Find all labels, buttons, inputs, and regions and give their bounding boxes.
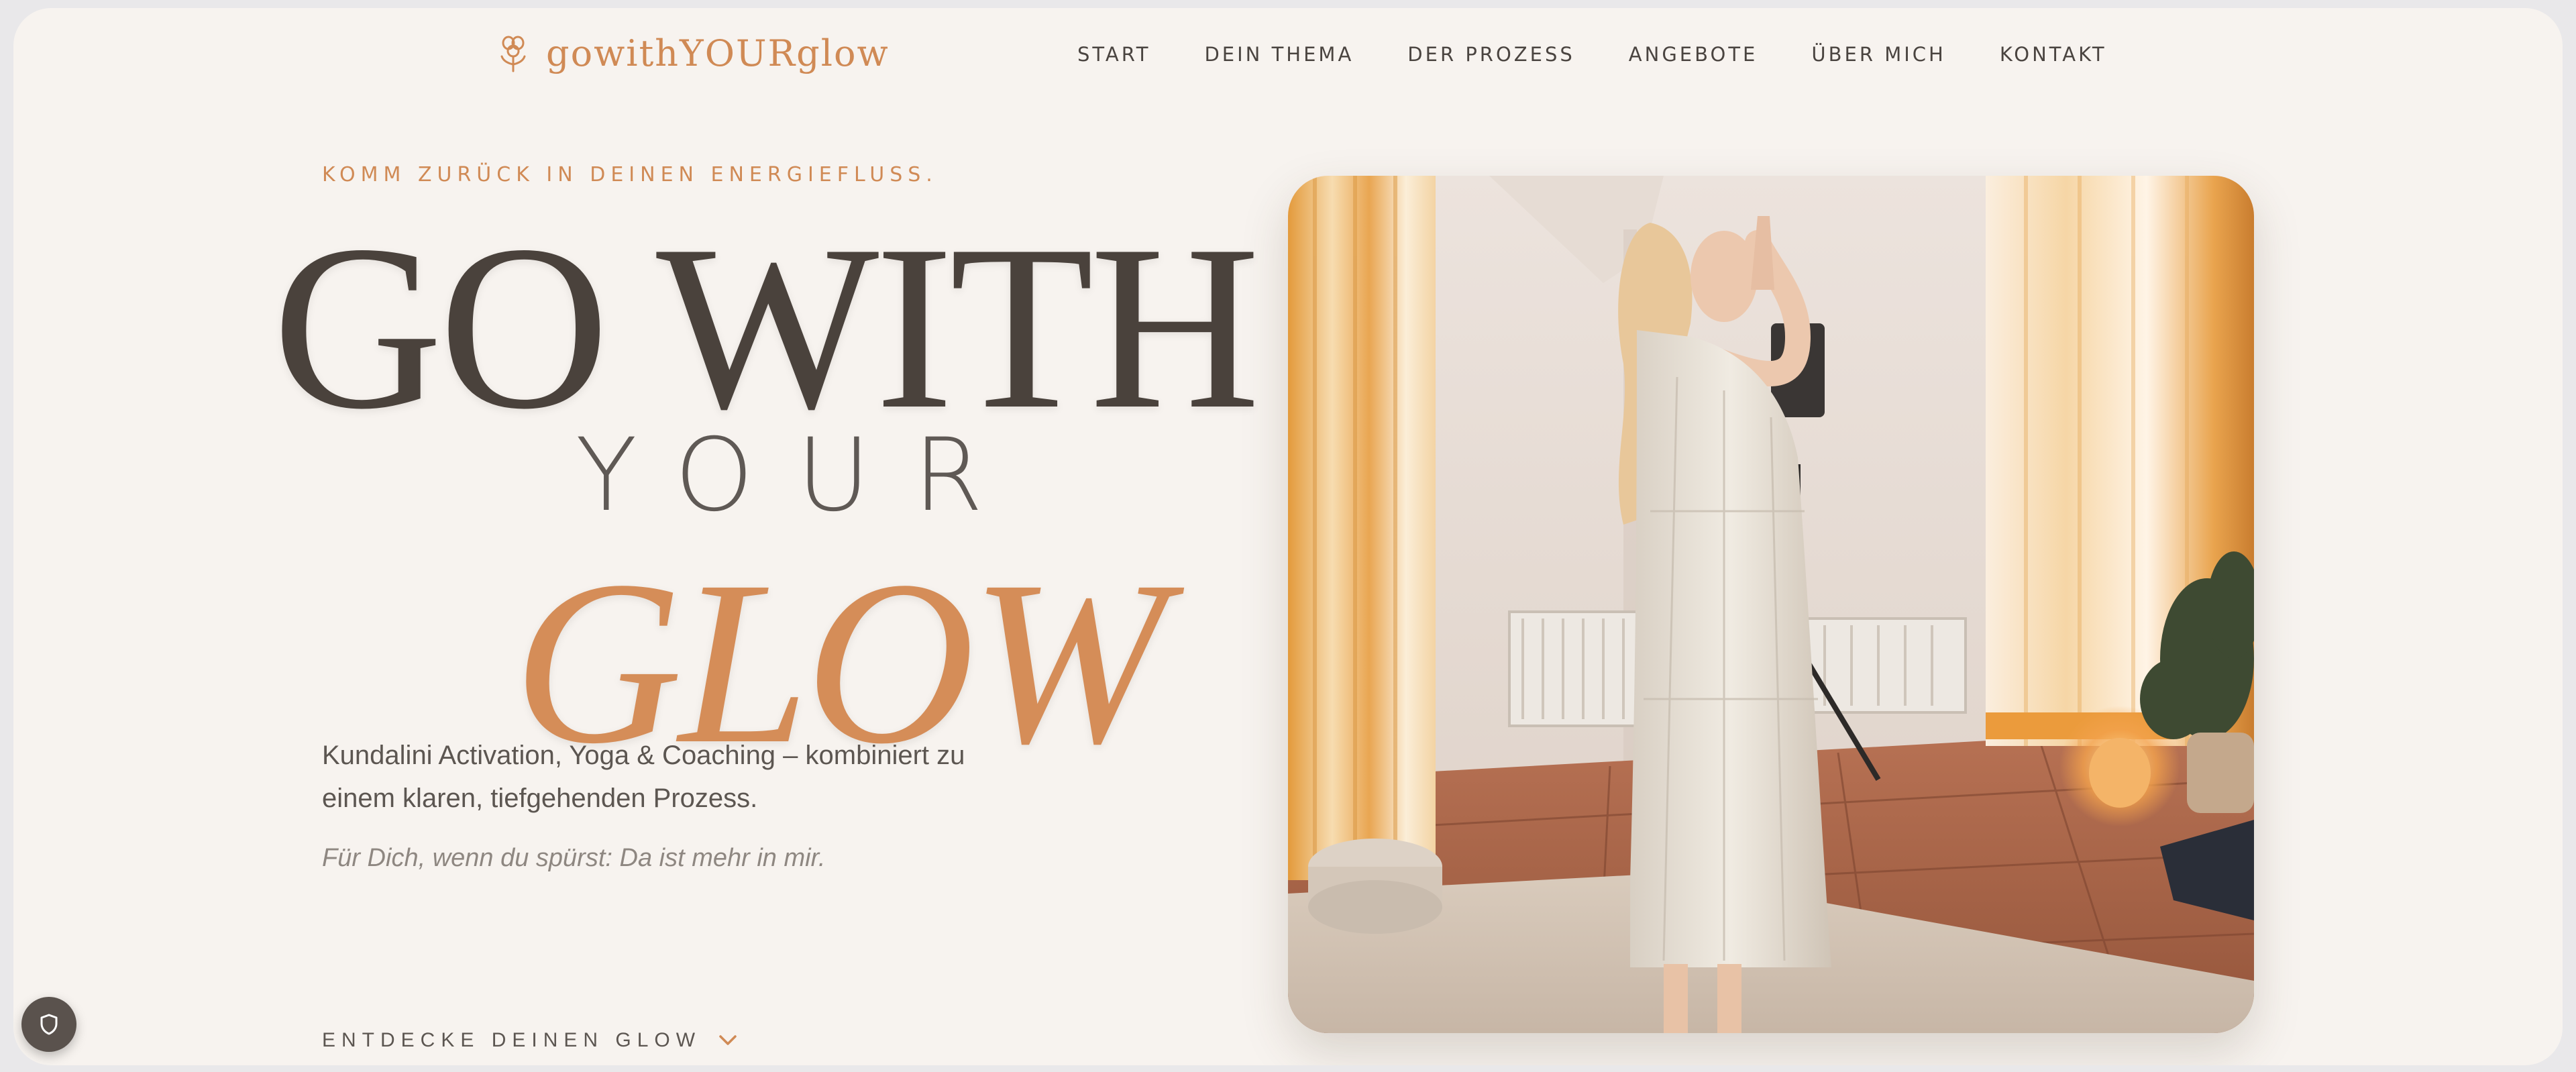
- chevron-down-icon: [719, 1035, 737, 1045]
- main-nav: START DEIN THEMA DER PROZESS ANGEBOTE ÜB…: [1077, 43, 2107, 66]
- nav-ueber-mich[interactable]: ÜBER MICH: [1811, 43, 1945, 66]
- hero-photo: [1288, 176, 2254, 1033]
- hero-intro: Kundalini Activation, Yoga & Coaching – …: [322, 741, 965, 813]
- hero-tagline: Für Dich, wenn du spürst: Da ist mehr in…: [322, 844, 826, 872]
- nav-dein-thema[interactable]: DEIN THEMA: [1204, 43, 1354, 66]
- nav-kontakt[interactable]: KONTAKT: [2000, 43, 2107, 66]
- hero-eyebrow: KOMM ZURÜCK IN DEINEN ENERGIEFLUSS.: [322, 163, 938, 186]
- shield-icon: [40, 1014, 58, 1035]
- woman-praying-photo-icon: [1288, 176, 2254, 1033]
- privacy-settings-button[interactable]: [21, 997, 76, 1052]
- nav-angebote[interactable]: ANGEBOTE: [1629, 43, 1758, 66]
- discover-label: ENTDECKE DEINEN GLOW: [322, 1029, 702, 1051]
- brand-logo[interactable]: gowithYOURglow: [498, 32, 890, 74]
- hero-title-line1: GO WITH: [272, 197, 1260, 458]
- discover-link[interactable]: ENTDECKE DEINEN GLOW: [322, 1029, 737, 1052]
- nav-start[interactable]: START: [1077, 43, 1150, 66]
- flower-logo-icon: [500, 36, 526, 72]
- hero-title-line2: YOUR: [576, 417, 1026, 534]
- page: gowithYOURglow START DEIN THEMA DER PROZ…: [13, 8, 2563, 1065]
- nav-der-prozess[interactable]: DER PROZESS: [1407, 43, 1575, 66]
- brand-name: gowithYOURglow: [546, 32, 890, 74]
